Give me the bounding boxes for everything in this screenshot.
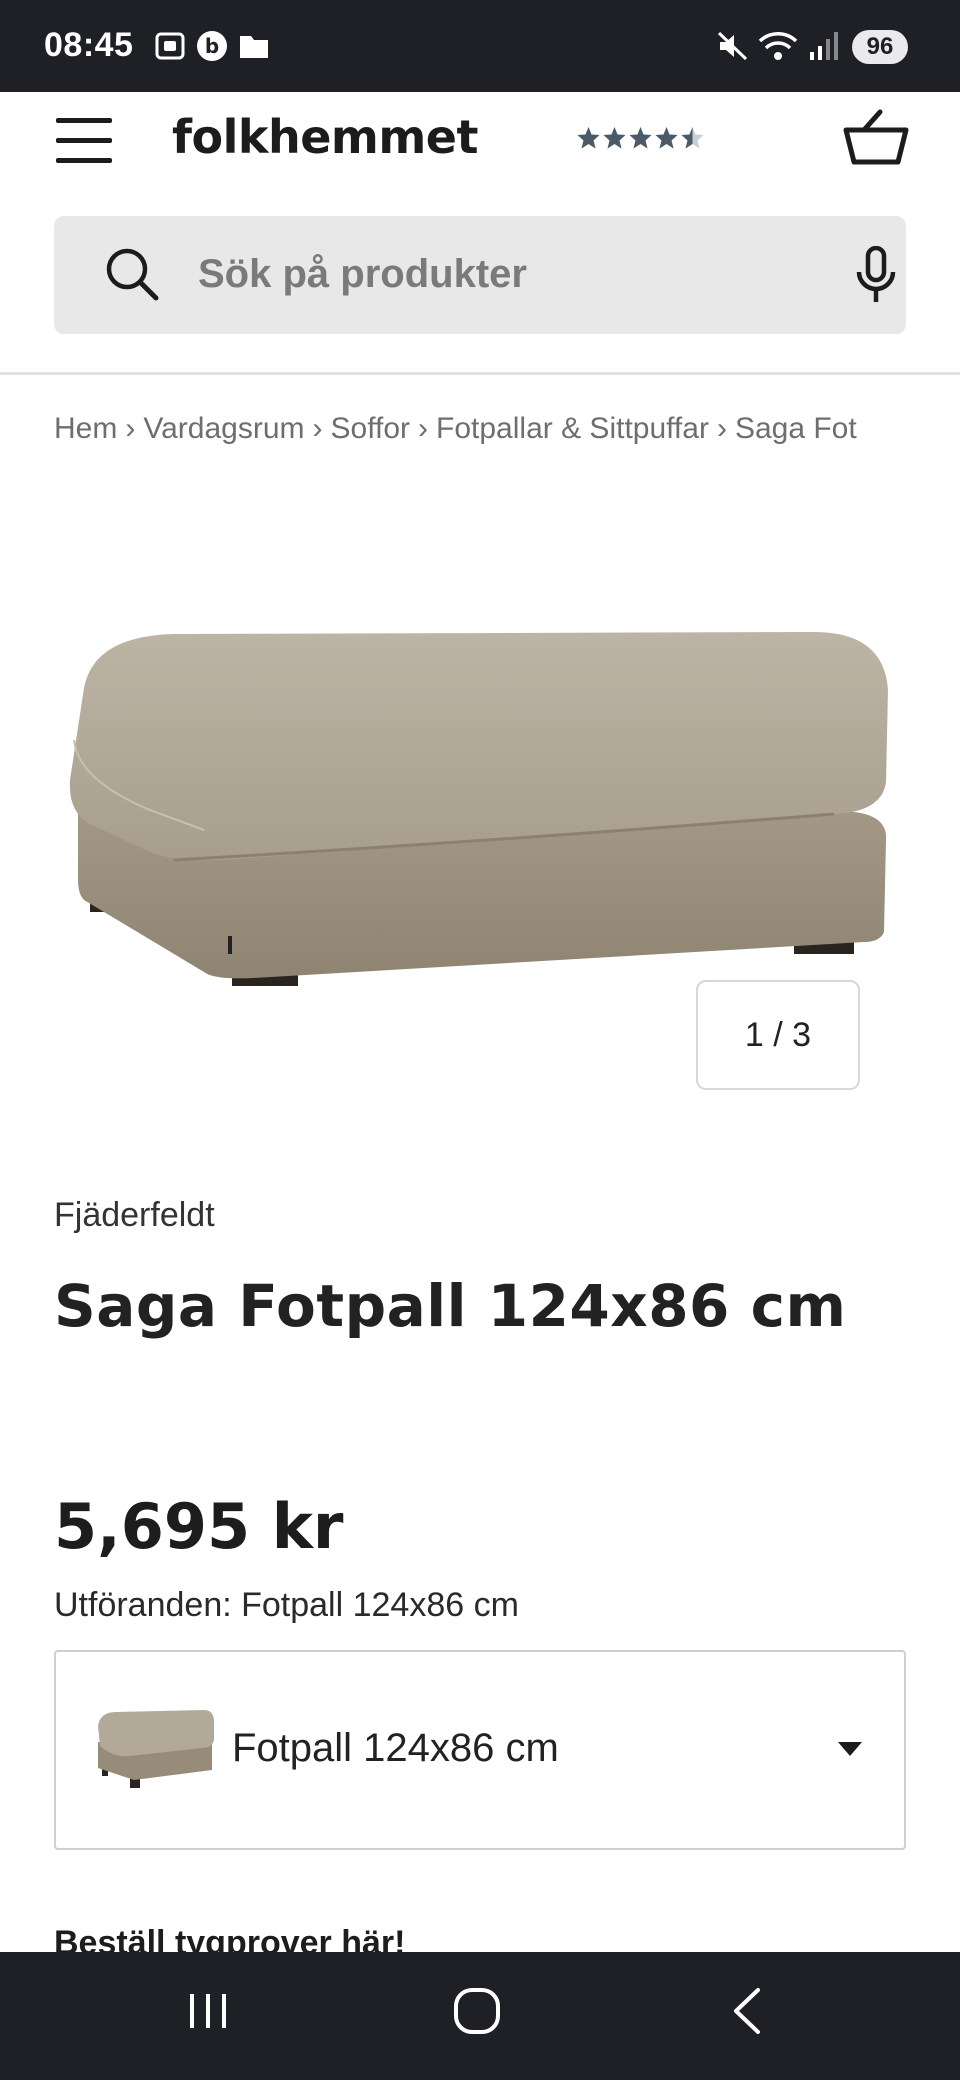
search-icon[interactable]	[104, 246, 160, 302]
home-icon[interactable]	[452, 1986, 502, 2036]
signal-icon	[810, 32, 838, 60]
star-icon	[681, 127, 704, 149]
b-app-icon: b	[197, 31, 227, 61]
breadcrumb-item-fotpallar[interactable]: Fotpallar & Sittpuffar	[436, 412, 709, 445]
variant-selected-value: Fotpall 124x86 cm	[232, 1726, 559, 1770]
battery-indicator: 96	[852, 30, 908, 64]
image-counter[interactable]: 1 / 3	[696, 980, 860, 1090]
microphone-icon[interactable]	[854, 246, 898, 304]
system-nav-bar	[0, 1952, 960, 2080]
recent-apps-icon[interactable]	[184, 1986, 234, 2036]
variant-select[interactable]: Fotpall 124x86 cm	[54, 1650, 906, 1850]
status-bar: 08:45 b 96	[0, 0, 960, 92]
breadcrumb-item-hem[interactable]: Hem	[54, 412, 117, 445]
product-brand[interactable]: Fjäderfeldt	[54, 1196, 215, 1235]
star-icon	[577, 127, 600, 149]
search-input[interactable]	[198, 242, 798, 306]
cart-icon[interactable]	[842, 108, 910, 168]
variant-label: Utföranden: Fotpall 124x86 cm	[54, 1586, 519, 1624]
product-price: 5,695 kr	[54, 1490, 344, 1563]
back-icon[interactable]	[728, 1986, 768, 2036]
screenshot-icon	[155, 32, 185, 60]
folder-icon	[240, 36, 268, 58]
search-bar	[54, 216, 906, 334]
breadcrumb: Hem › Vardagsrum › Soffor › Fotpallar & Sittpu…	[54, 412, 857, 445]
header-divider	[0, 372, 960, 375]
star-icon	[655, 127, 678, 149]
mute-icon	[717, 31, 748, 61]
breadcrumb-item-current: Saga Fot	[734, 412, 857, 445]
svg-text:b: b	[205, 34, 219, 58]
chevron-down-icon	[838, 1742, 862, 1756]
menu-icon[interactable]	[56, 116, 114, 166]
variant-thumbnail	[98, 1710, 214, 1788]
status-time: 08:45	[44, 26, 134, 64]
fabric-samples-heading[interactable]: Beställ tygprover här!	[54, 1924, 405, 1952]
site-logo[interactable]: folkhemmet	[172, 110, 478, 164]
product-title: Saga Fotpall 124x86 cm	[54, 1272, 847, 1340]
star-icon	[629, 127, 652, 149]
star-icon	[603, 127, 626, 149]
breadcrumb-item-soffor[interactable]: Soffor	[331, 412, 411, 445]
rating-stars[interactable]	[576, 126, 706, 152]
site-header: folkhemmet	[0, 92, 960, 214]
breadcrumb-item-vardagsrum[interactable]: Vardagsrum	[143, 412, 304, 445]
wifi-icon	[758, 32, 798, 60]
